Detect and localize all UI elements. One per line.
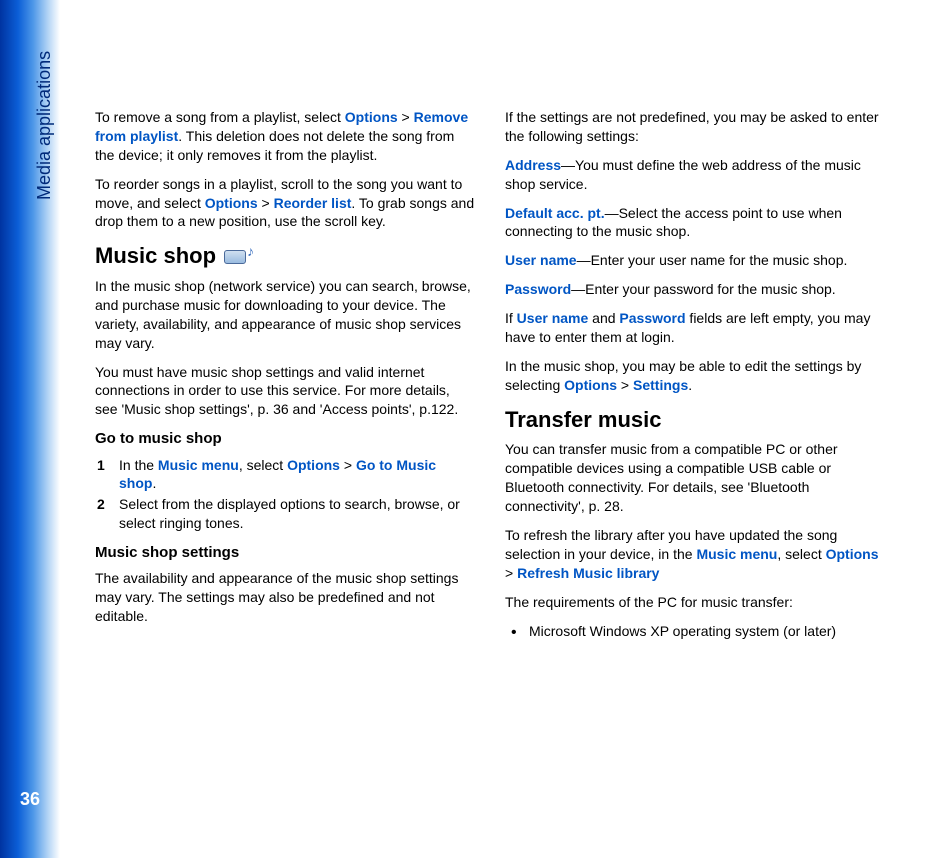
user-name-ref: User name (517, 310, 589, 326)
setting-user-name: User name—Enter your user name for the m… (505, 251, 885, 270)
body-text: , select (777, 546, 825, 562)
separator: > (258, 195, 274, 211)
body-text: . (152, 475, 156, 491)
paragraph-reorder-songs: To reorder songs in a playlist, scroll t… (95, 175, 475, 232)
separator: > (398, 109, 414, 125)
heading-go-to-music-shop: Go to music shop (95, 429, 475, 449)
separator: > (617, 377, 633, 393)
user-name-label: User name (505, 252, 577, 268)
heading-text: Music shop (95, 241, 216, 271)
page-number: 36 (20, 787, 40, 811)
paragraph-empty-fields: If User name and Password fields are lef… (505, 309, 885, 347)
heading-text: Transfer music (505, 405, 662, 435)
heading-transfer-music: Transfer music (505, 405, 885, 435)
body-text: To remove a song from a playlist, select (95, 109, 345, 125)
paragraph-music-shop-reqs: You must have music shop settings and va… (95, 363, 475, 420)
steps-list: In the Music menu, select Options > Go t… (97, 456, 475, 534)
paragraph-transfer-intro: You can transfer music from a compatible… (505, 440, 885, 516)
body-text: . (688, 377, 692, 393)
right-column: If the settings are not predefined, you … (505, 108, 885, 650)
separator: > (340, 457, 356, 473)
paragraph-settings-prompt: If the settings are not predefined, you … (505, 108, 885, 146)
password-label: Password (505, 281, 571, 297)
step-2: Select from the displayed options to sea… (97, 495, 475, 533)
reorder-list-label: Reorder list (274, 195, 352, 211)
content-area: To remove a song from a playlist, select… (95, 108, 885, 650)
sidebar: Media applications 36 (0, 0, 60, 858)
body-text: , select (239, 457, 287, 473)
music-menu-label: Music menu (158, 457, 239, 473)
shopping-cart-music-icon: ♪ (224, 244, 252, 268)
paragraph-music-shop-intro: In the music shop (network service) you … (95, 277, 475, 353)
separator: > (505, 565, 517, 581)
options-label: Options (345, 109, 398, 125)
paragraph-edit-settings: In the music shop, you may be able to ed… (505, 357, 885, 395)
requirement-item: Microsoft Windows XP operating system (o… (507, 622, 885, 641)
options-label: Options (564, 377, 617, 393)
heading-music-shop: Music shop ♪ (95, 241, 475, 271)
paragraph-refresh-library: To refresh the library after you have up… (505, 526, 885, 583)
options-label: Options (205, 195, 258, 211)
setting-default-access-point: Default acc. pt.—Select the access point… (505, 204, 885, 242)
address-label: Address (505, 157, 561, 173)
left-column: To remove a song from a playlist, select… (95, 108, 475, 650)
settings-label: Settings (633, 377, 688, 393)
default-acc-pt-label: Default acc. pt. (505, 205, 605, 221)
section-label: Media applications (32, 51, 56, 200)
paragraph-pc-requirements: The requirements of the PC for music tra… (505, 593, 885, 612)
refresh-library-label: Refresh Music library (517, 565, 659, 581)
paragraph-settings-availability: The availability and appearance of the m… (95, 569, 475, 626)
music-menu-label: Music menu (696, 546, 777, 562)
paragraph-remove-song: To remove a song from a playlist, select… (95, 108, 475, 165)
requirements-list: Microsoft Windows XP operating system (o… (507, 622, 885, 641)
step-1: In the Music menu, select Options > Go t… (97, 456, 475, 494)
body-text: —Enter your password for the music shop. (571, 281, 836, 297)
options-label: Options (826, 546, 879, 562)
setting-password: Password—Enter your password for the mus… (505, 280, 885, 299)
body-text: and (588, 310, 619, 326)
body-text: —Enter your user name for the music shop… (577, 252, 848, 268)
setting-address: Address—You must define the web address … (505, 156, 885, 194)
heading-music-shop-settings: Music shop settings (95, 543, 475, 563)
body-text: In the (119, 457, 158, 473)
password-ref: Password (619, 310, 685, 326)
body-text: If (505, 310, 517, 326)
options-label: Options (287, 457, 340, 473)
